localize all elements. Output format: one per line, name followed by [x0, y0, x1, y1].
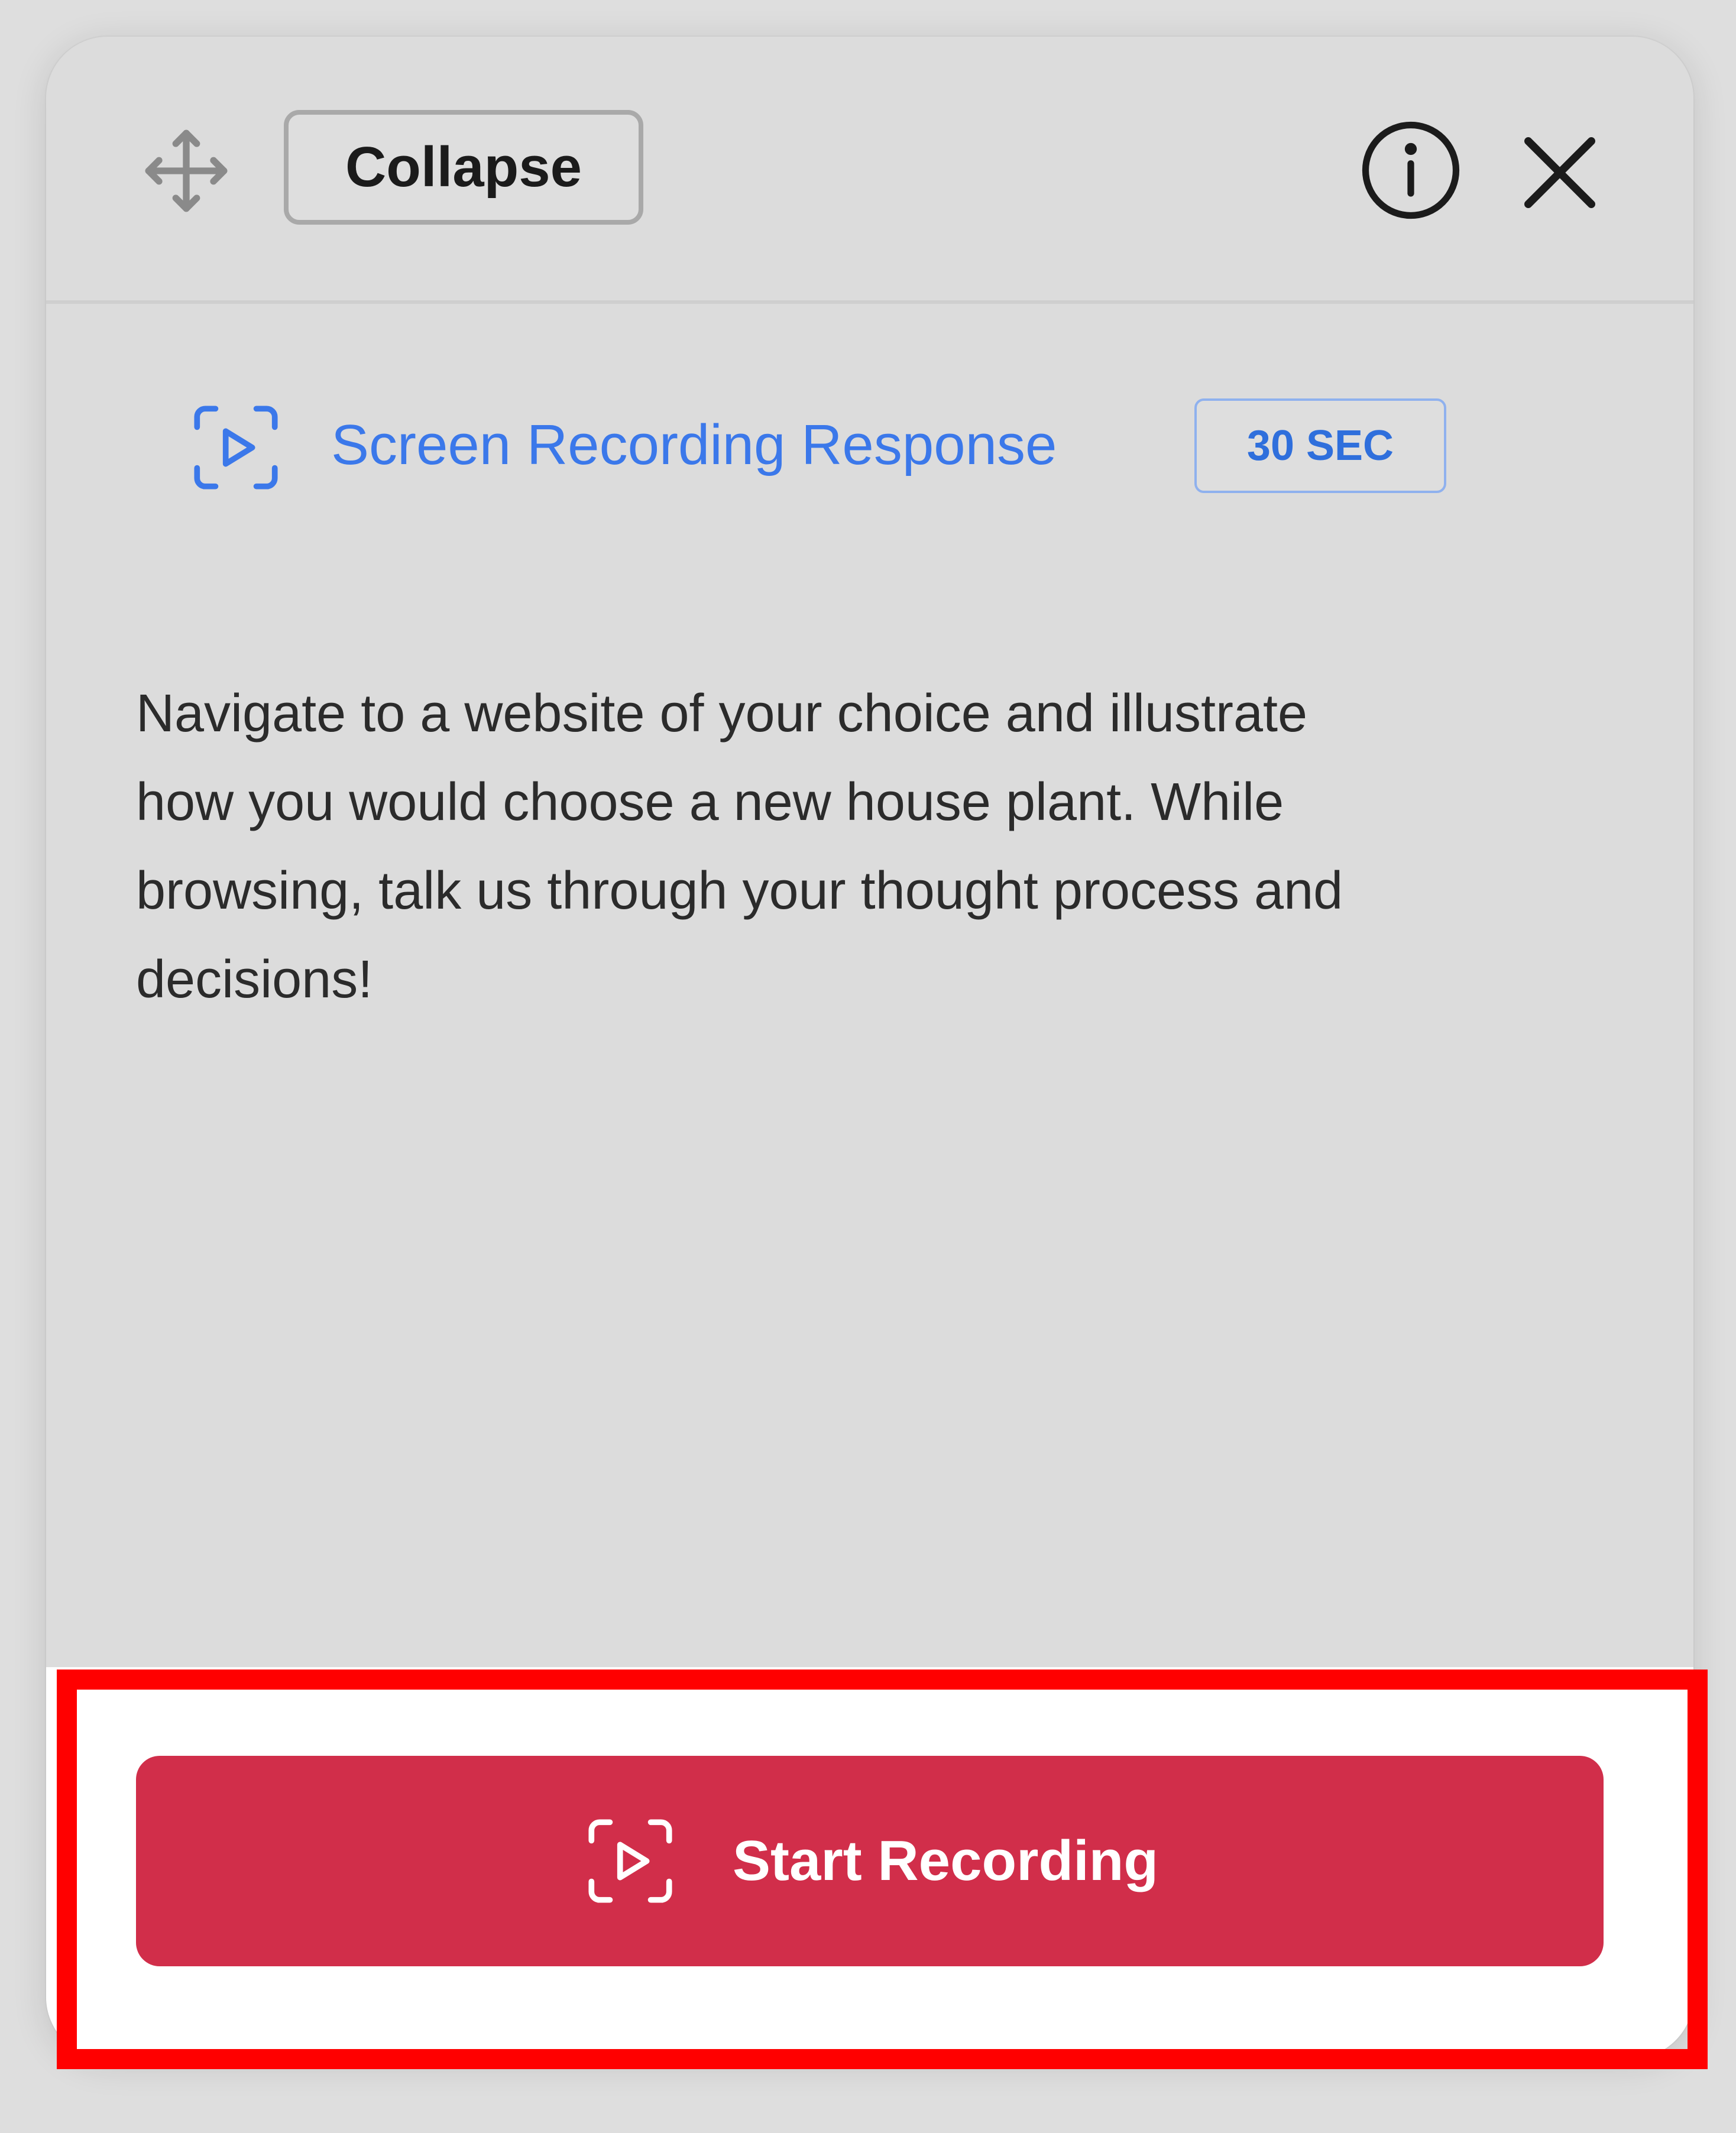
- move-icon[interactable]: [136, 121, 237, 221]
- start-recording-button[interactable]: Start Recording: [136, 1756, 1604, 1966]
- task-header: Screen Recording Response 30 SEC: [136, 398, 1605, 504]
- recording-widget-panel: Collapse Screen Recording Response 30 SE…: [46, 37, 1693, 2059]
- screen-recording-icon: [187, 398, 285, 497]
- collapse-button[interactable]: Collapse: [284, 110, 643, 225]
- widget-footer: Start Recording: [46, 1667, 1693, 2059]
- info-icon[interactable]: [1358, 117, 1464, 223]
- start-recording-label: Start Recording: [732, 1829, 1159, 1892]
- screen-recording-icon: [581, 1812, 679, 1910]
- close-icon[interactable]: [1512, 125, 1607, 220]
- task-title: Screen Recording Response: [331, 413, 1057, 476]
- task-prompt: Navigate to a website of your choice and…: [136, 684, 1343, 1009]
- widget-header: Collapse: [46, 37, 1693, 304]
- duration-badge: 30 SEC: [1194, 398, 1446, 493]
